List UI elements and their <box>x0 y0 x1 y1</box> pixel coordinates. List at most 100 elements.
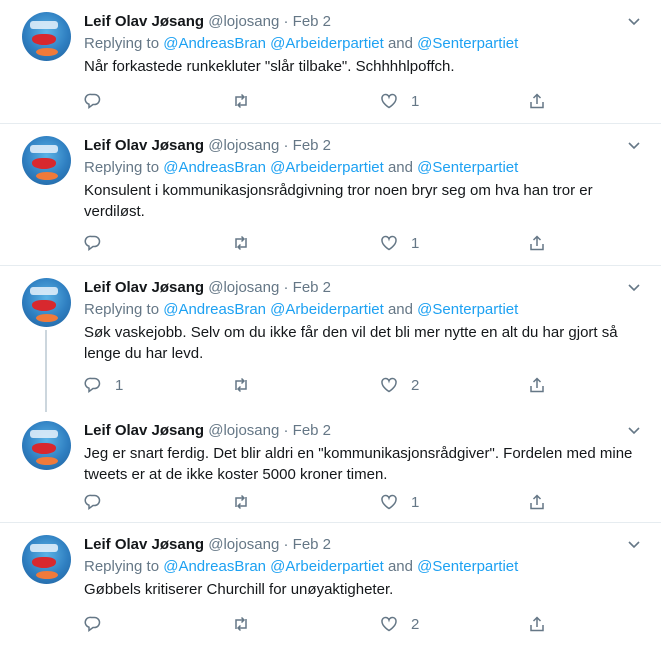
reply-button[interactable] <box>84 232 232 254</box>
tweet-date[interactable]: Feb 2 <box>293 13 331 30</box>
avatar[interactable] <box>22 421 71 470</box>
reply-icon <box>84 616 101 632</box>
replying-and: and <box>387 35 413 52</box>
retweet-icon <box>235 377 247 393</box>
replying-label: Replying to <box>84 35 164 52</box>
separator-dot: · <box>283 279 289 296</box>
user-handle[interactable]: @lojosang <box>208 13 279 30</box>
like-icon <box>381 616 397 632</box>
reply-icon <box>84 235 101 251</box>
tweet[interactable]: Leif Olav Jøsang @lojosang · Feb 2 Reply… <box>0 523 661 652</box>
retweet-button[interactable] <box>232 232 380 254</box>
tweet-text: Når forkastede runkekluter "slår tilbake… <box>84 58 455 75</box>
retweet-icon <box>235 616 247 632</box>
reply-button[interactable] <box>84 613 232 635</box>
like-button[interactable]: 1 <box>380 491 528 513</box>
reply-button[interactable] <box>84 90 232 112</box>
share-button[interactable] <box>528 232 546 254</box>
tweet[interactable]: Leif Olav Jøsang @lojosang · Feb 2 Reply… <box>0 0 661 124</box>
mention-link[interactable]: @Arbeiderpartiet <box>270 558 384 575</box>
separator-dot: · <box>283 137 289 154</box>
tweet-text: Gøbbels kritiserer Churchill for unøyakt… <box>84 581 394 598</box>
separator-dot: · <box>283 536 289 553</box>
retweet-button[interactable] <box>232 90 380 112</box>
tweet-actions: 1 <box>84 491 564 513</box>
tweet-header: Leif Olav Jøsang @lojosang · Feb 2 <box>84 535 641 555</box>
reply-button[interactable]: 1 <box>84 374 232 396</box>
replying-and: and <box>387 558 413 575</box>
retweet-button[interactable] <box>232 491 380 513</box>
like-icon <box>381 377 397 393</box>
mention-link[interactable]: @AndreasBran <box>163 301 266 318</box>
avatar[interactable] <box>22 535 71 584</box>
like-button[interactable]: 1 <box>380 232 528 254</box>
tweet-actions: 2 <box>84 613 564 635</box>
retweet-button[interactable] <box>232 374 380 396</box>
mention-link[interactable]: @AndreasBran <box>163 159 266 176</box>
like-button[interactable]: 2 <box>380 374 528 396</box>
reply-icon <box>84 93 101 109</box>
tweet-feed: Leif Olav Jøsang @lojosang · Feb 2 Reply… <box>0 0 661 652</box>
user-handle[interactable]: @lojosang <box>208 137 279 154</box>
retweet-icon <box>235 235 247 251</box>
tweet-actions: 1 2 <box>84 374 564 396</box>
tweet[interactable]: Leif Olav Jøsang @lojosang · Feb 2 Reply… <box>0 266 661 412</box>
like-count: 1 <box>411 493 420 511</box>
retweet-icon <box>235 93 247 109</box>
display-name[interactable]: Leif Olav Jøsang <box>84 13 204 30</box>
tweet-header: Leif Olav Jøsang @lojosang · Feb 2 <box>84 12 641 32</box>
mention-link[interactable]: @Senterpartiet <box>417 558 518 575</box>
user-handle[interactable]: @lojosang <box>208 422 279 439</box>
tweet-actions: 1 <box>84 232 564 254</box>
display-name[interactable]: Leif Olav Jøsang <box>84 279 204 296</box>
user-handle[interactable]: @lojosang <box>208 536 279 553</box>
tweet-date[interactable]: Feb 2 <box>293 137 331 154</box>
mention-link[interactable]: @Arbeiderpartiet <box>270 159 384 176</box>
reply-icon <box>84 494 101 510</box>
reply-button[interactable] <box>84 491 232 513</box>
tweet-date[interactable]: Feb 2 <box>293 536 331 553</box>
mention-link[interactable]: @Senterpartiet <box>417 159 518 176</box>
share-button[interactable] <box>528 491 546 513</box>
display-name[interactable]: Leif Olav Jøsang <box>84 422 204 439</box>
tweet-text: Søk vaskejobb. Selv om du ikke får den v… <box>84 324 618 362</box>
mention-link[interactable]: @Senterpartiet <box>417 35 518 52</box>
like-button[interactable]: 1 <box>380 90 528 112</box>
mention-link[interactable]: @Arbeiderpartiet <box>270 301 384 318</box>
avatar[interactable] <box>22 278 71 327</box>
mention-link[interactable]: @AndreasBran <box>163 35 266 52</box>
share-icon <box>530 235 544 251</box>
tweet-date[interactable]: Feb 2 <box>293 279 331 296</box>
display-name[interactable]: Leif Olav Jøsang <box>84 137 204 154</box>
like-count: 1 <box>411 92 420 110</box>
separator-dot: · <box>283 13 289 30</box>
tweet[interactable]: Leif Olav Jøsang @lojosang · Feb 2 Jeg e… <box>0 409 661 523</box>
like-count: 1 <box>411 234 420 252</box>
display-name[interactable]: Leif Olav Jøsang <box>84 536 204 553</box>
avatar[interactable] <box>22 136 71 185</box>
share-button[interactable] <box>528 374 546 396</box>
like-button[interactable]: 2 <box>380 613 528 635</box>
avatar[interactable] <box>22 12 71 61</box>
tweet-date[interactable]: Feb 2 <box>293 422 331 439</box>
share-button[interactable] <box>528 613 546 635</box>
tweet-actions: 1 <box>84 90 564 112</box>
like-count: 2 <box>411 376 420 394</box>
tweet-header: Leif Olav Jøsang @lojosang · Feb 2 <box>84 278 641 298</box>
mention-link[interactable]: @AndreasBran <box>163 558 266 575</box>
retweet-button[interactable] <box>232 613 380 635</box>
replying-to: Replying to @AndreasBran @Arbeiderpartie… <box>84 300 641 320</box>
reply-icon <box>84 377 101 393</box>
separator-dot: · <box>283 422 289 439</box>
tweet[interactable]: Leif Olav Jøsang @lojosang · Feb 2 Reply… <box>0 124 661 266</box>
reply-count: 1 <box>115 376 124 394</box>
mention-link[interactable]: @Arbeiderpartiet <box>270 35 384 52</box>
replying-to: Replying to @AndreasBran @Arbeiderpartie… <box>84 34 641 54</box>
mention-link[interactable]: @Senterpartiet <box>417 301 518 318</box>
tweet-header: Leif Olav Jøsang @lojosang · Feb 2 <box>84 421 641 441</box>
tweet-text: Konsulent i kommunikasjonsrådgivning tro… <box>84 182 593 220</box>
like-icon <box>381 235 397 251</box>
share-button[interactable] <box>528 90 546 112</box>
replying-and: and <box>387 159 413 176</box>
user-handle[interactable]: @lojosang <box>208 279 279 296</box>
